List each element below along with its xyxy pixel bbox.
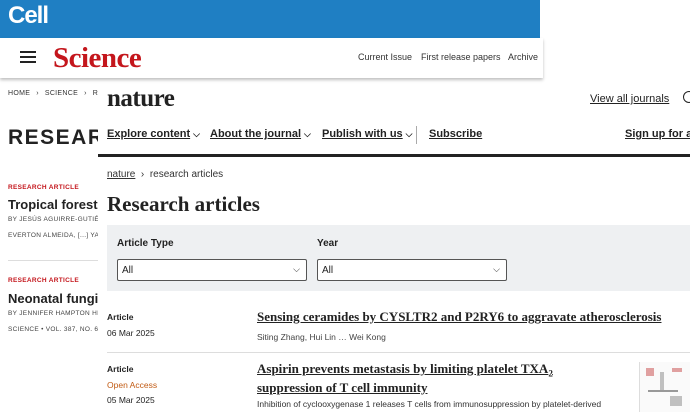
- nav-divider: [416, 126, 417, 144]
- chevron-down-icon: ⌵: [193, 129, 200, 139]
- article-authors: Siting Zhang, Hui Lin … Wei Kong: [257, 332, 386, 342]
- science-header: Science Current Issue First release pape…: [0, 38, 543, 78]
- page-title: Research articles: [107, 192, 260, 216]
- filter-panel: Article Type All ⌵ Year All ⌵: [107, 225, 690, 291]
- menu-icon[interactable]: [20, 51, 36, 63]
- article-meta: SCIENCE • VOL. 387, NO. 67:: [8, 326, 105, 333]
- article-type: Article: [107, 312, 134, 322]
- article-title[interactable]: Neonatal fungi p: [8, 291, 110, 306]
- chevron-down-icon: ⌵: [405, 129, 413, 139]
- article-meta: EVERTON ALMEIDA, [...] YADV: [8, 232, 109, 239]
- divider: [107, 352, 690, 353]
- article-byline: BY JENNIFER HAMPTON HILL,: [8, 310, 110, 317]
- breadcrumb-nature[interactable]: nature: [107, 169, 135, 180]
- article-category: RESEARCH ARTICLE: [8, 184, 80, 191]
- chevron-down-icon: ⌵: [293, 264, 300, 274]
- article-date: 06 Mar 2025: [107, 328, 155, 338]
- article-type-select[interactable]: All ⌵: [117, 259, 307, 281]
- article-type-label: Article Type: [117, 238, 174, 249]
- divider: [8, 260, 108, 261]
- science-logo[interactable]: Science: [53, 42, 142, 75]
- nav-archive[interactable]: Archive: [508, 52, 538, 62]
- view-all-journals-link[interactable]: View all journals: [590, 93, 669, 105]
- nav-current-issue[interactable]: Current Issue: [358, 52, 412, 62]
- cell-logo[interactable]: Cell: [8, 2, 49, 30]
- chevron-down-icon: ⌵: [304, 129, 311, 139]
- chevron-down-icon: ⌵: [493, 264, 500, 274]
- article-title[interactable]: Tropical forests: [8, 197, 105, 212]
- article-category: RESEARCH ARTICLE: [8, 277, 80, 284]
- article-date: 05 Mar 2025: [107, 395, 155, 405]
- article-thumbnail[interactable]: [639, 362, 690, 412]
- nature-logo[interactable]: nature: [107, 85, 175, 113]
- nav-publish[interactable]: Publish with us ⌵: [322, 128, 413, 140]
- breadcrumb-current: research articles: [149, 169, 224, 180]
- nav-sign-up[interactable]: Sign up for al: [625, 128, 690, 140]
- chevron-right-icon: ›: [138, 169, 148, 180]
- open-access-badge: Open Access: [107, 380, 158, 390]
- chevron-right-icon: ›: [84, 90, 87, 97]
- nav-first-release[interactable]: First release papers: [421, 52, 501, 62]
- cell-header: Cell: [0, 0, 540, 38]
- breadcrumb-home[interactable]: HOME: [8, 90, 30, 97]
- nav-about-journal[interactable]: About the journal ⌵: [210, 128, 311, 140]
- year-select[interactable]: All ⌵: [317, 259, 507, 281]
- article-title[interactable]: Aspirin prevents metastasis by limiting …: [257, 362, 627, 395]
- nature-page: nature View all journals Explore content…: [98, 84, 690, 412]
- article-title[interactable]: Sensing ceramides by CYSLTR2 and P2RY6 t…: [257, 310, 661, 324]
- year-label: Year: [317, 238, 339, 249]
- article-type: Article: [107, 364, 134, 374]
- article-abstract: Inhibition of cyclooxygenase 1 releases …: [257, 399, 602, 409]
- breadcrumb-science[interactable]: SCIENCE: [45, 90, 78, 97]
- nav-subscribe[interactable]: Subscribe: [429, 128, 482, 140]
- nav-explore-content[interactable]: Explore content ⌵: [107, 128, 200, 140]
- search-icon[interactable]: [683, 91, 690, 103]
- chevron-right-icon: ›: [36, 90, 39, 97]
- nature-nav: Explore content ⌵ About the journal ⌵ Publ…: [98, 118, 690, 157]
- breadcrumb: nature › research articles: [107, 169, 223, 180]
